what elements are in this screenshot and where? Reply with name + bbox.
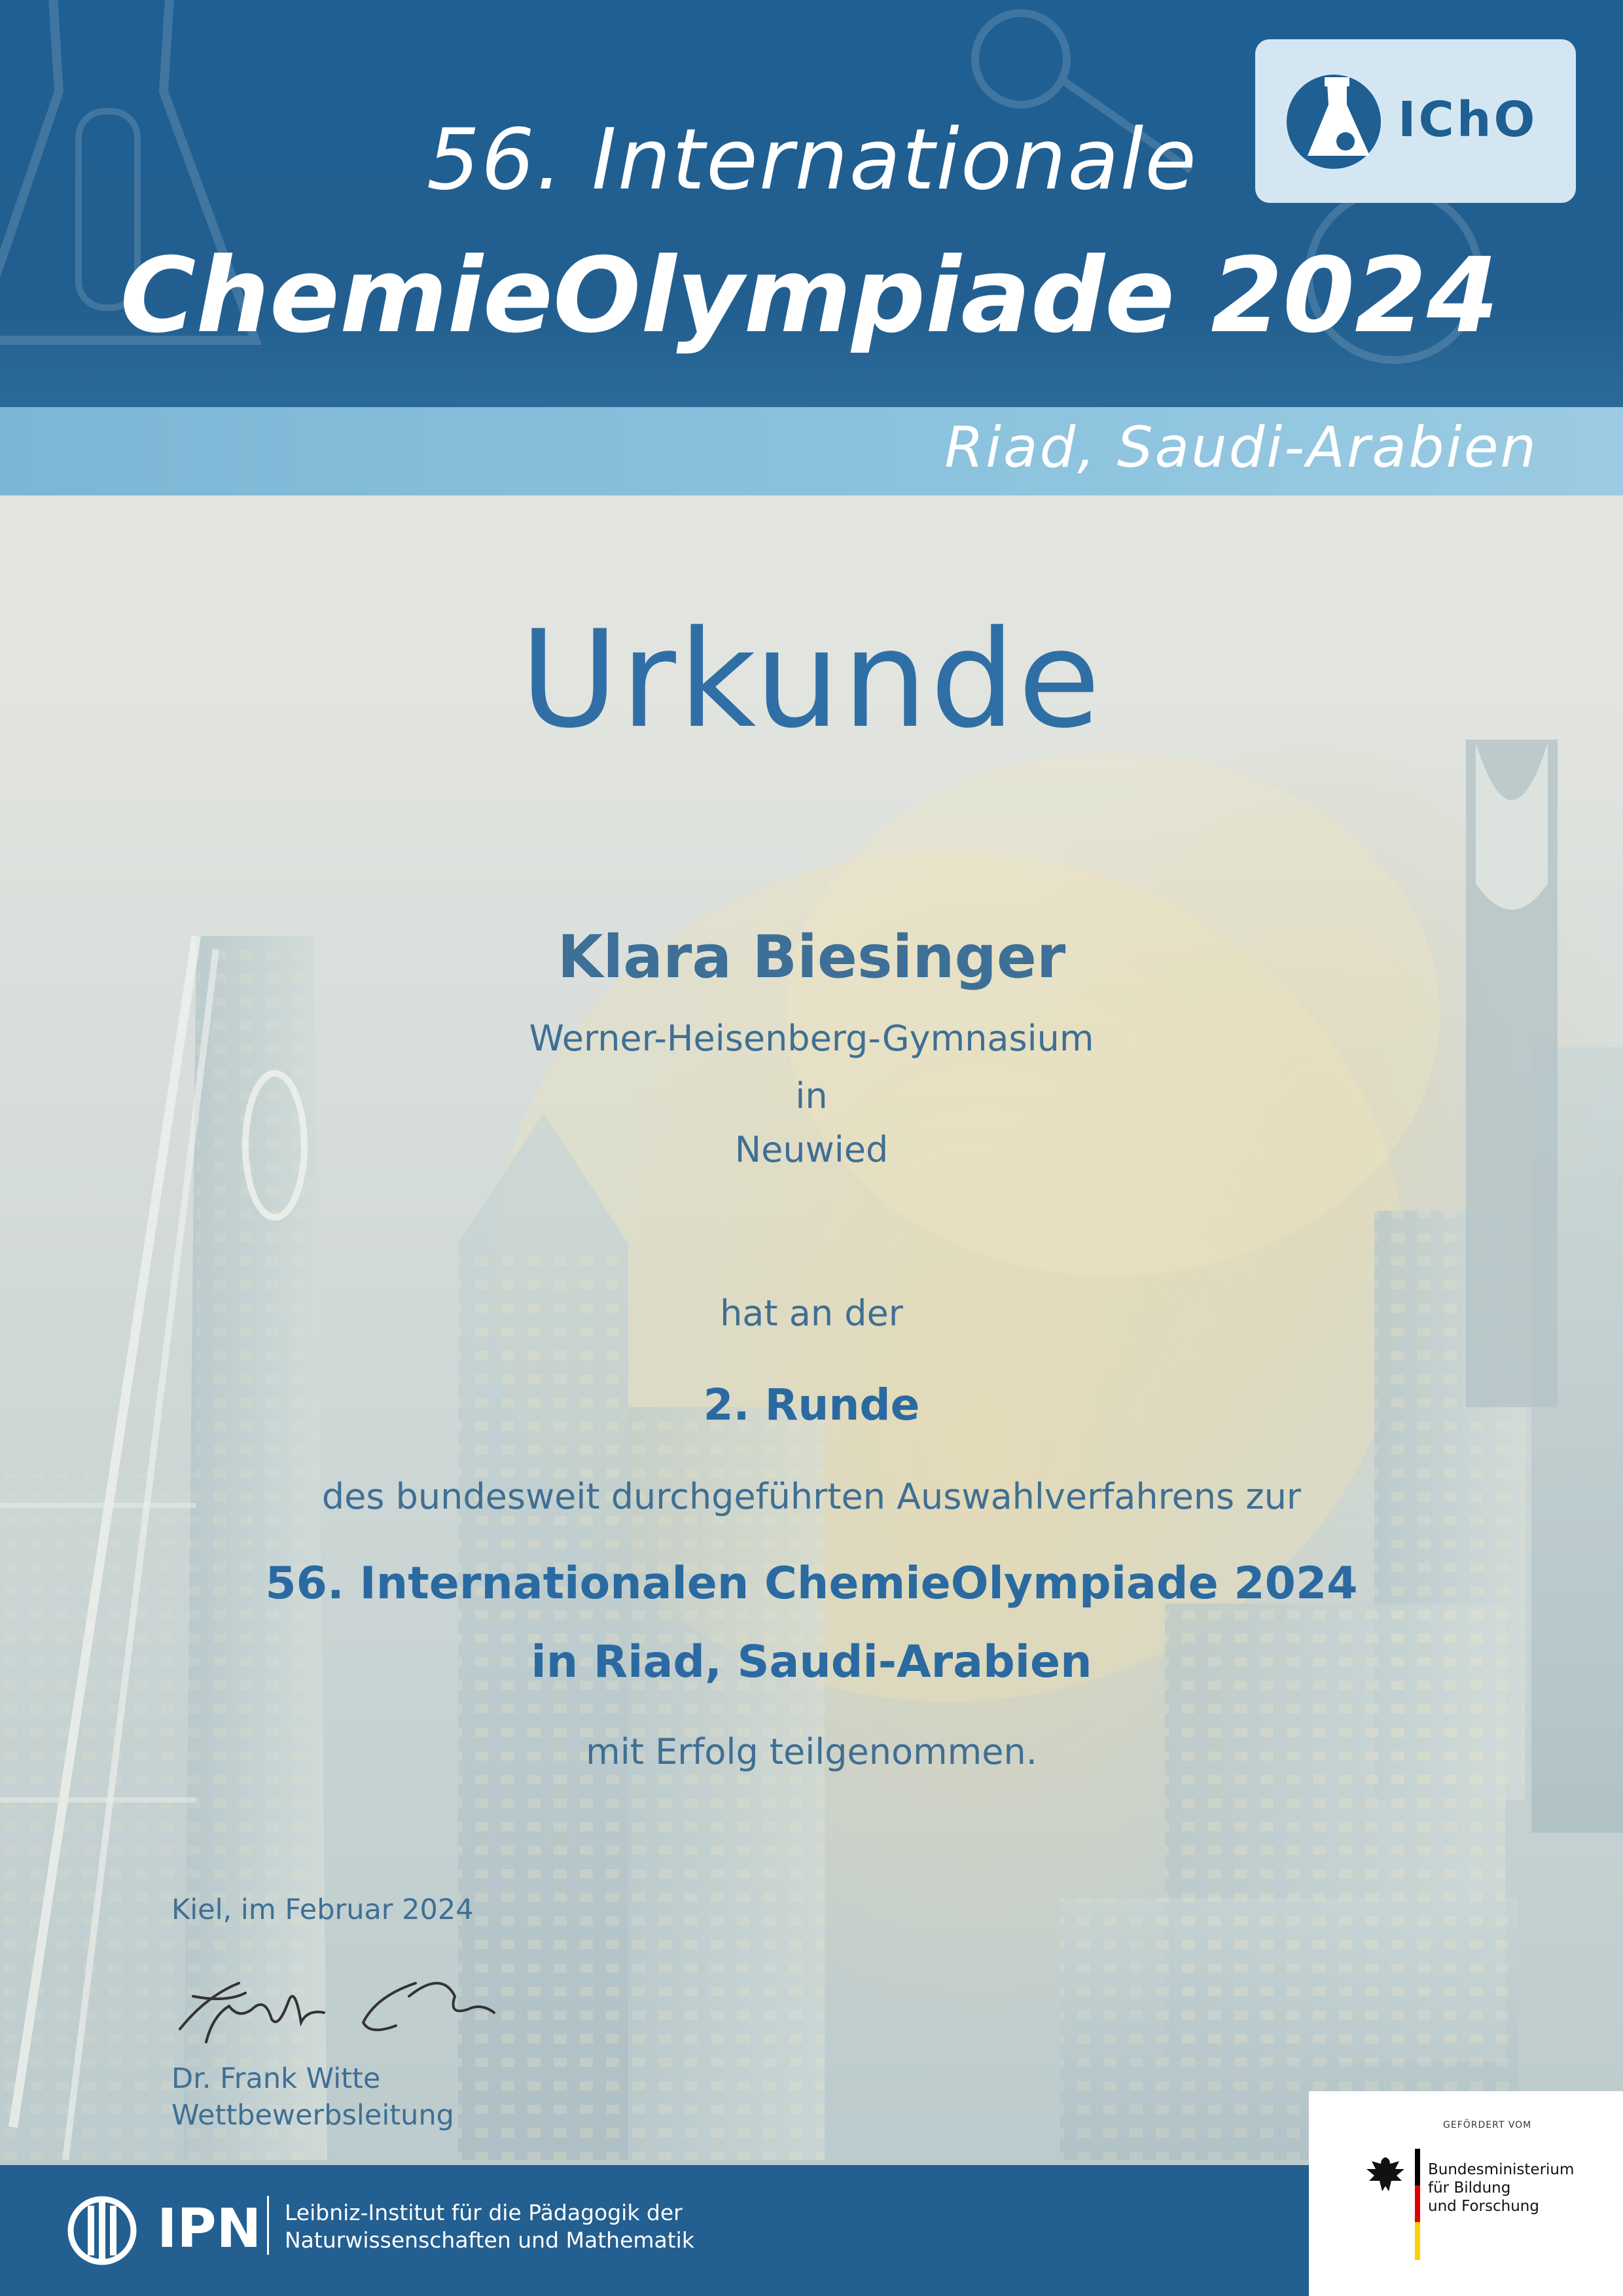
federal-eagle-icon [1366, 2157, 1404, 2191]
german-flag-stripe [1415, 2149, 1420, 2260]
icho-logo-text: IChO [1398, 92, 1538, 148]
ipn-desc-line1: Leibniz-Institut für die Pädagogik der [285, 2200, 683, 2225]
ipn-logo-text: IPN [157, 2198, 262, 2260]
flask-icon [1287, 75, 1381, 169]
signer-name: Dr. Frank Witte [171, 2062, 381, 2095]
certificate-page: IChO 56. Internationale ChemieOlympiade … [0, 0, 1623, 2296]
sponsor-line2: für Bildung [1428, 2179, 1511, 2197]
event-location: in Riad, Saudi-Arabien [531, 1636, 1092, 1688]
closing-text: mit Erfolg teilgenommen. [586, 1731, 1037, 1772]
header-line2: ChemieOlympiade 2024 [120, 236, 1499, 356]
round-label: 2. Runde [703, 1380, 920, 1430]
footer-divider [267, 2196, 269, 2255]
handwritten-signature [179, 1982, 495, 2043]
event-name: 56. Internationalen ChemieOlympiade 2024 [265, 1558, 1358, 1609]
recipient-name: Klara Biesinger [557, 923, 1066, 992]
ipn-desc-line2: Naturwissenschaften und Mathematik [285, 2227, 694, 2253]
ipn-logo-icon [67, 2196, 137, 2265]
sponsor-line3: und Forschung [1428, 2198, 1539, 2215]
sponsor-line1: Bundesministerium [1428, 2161, 1575, 2178]
school-name: Werner-Heisenberg-Gymnasium [529, 1018, 1094, 1059]
header-location: Riad, Saudi-Arabien [944, 415, 1538, 480]
ipn-description: Leibniz-Institut für die Pädagogik der N… [285, 2199, 694, 2254]
place-date: Kiel, im Februar 2024 [171, 1893, 474, 1926]
signer-role: Wettbewerbsleitung [171, 2099, 454, 2132]
sponsor-label: GEFÖRDERT VOM [1443, 2120, 1532, 2130]
in-label: in [795, 1075, 828, 1117]
header-band: IChO 56. Internationale ChemieOlympiade … [0, 0, 1623, 407]
icho-logo: IChO [1255, 39, 1576, 203]
procedure-text: des bundesweit durchgeführten Auswahlver… [321, 1476, 1302, 1517]
bmbf-sponsor-box: GEFÖRDERT VOM Bundesministerium für Bild… [1309, 2091, 1623, 2296]
certificate-title: Urkunde [520, 602, 1103, 758]
participation-intro: hat an der [720, 1293, 903, 1334]
header-line1: 56. Internationale [426, 111, 1198, 209]
city-name: Neuwied [734, 1129, 889, 1170]
signer-block: Dr. Frank Witte Wettbewerbsleitung [171, 2060, 454, 2134]
sponsor-name: Bundesministerium für Bildung und Forsch… [1428, 2161, 1574, 2215]
